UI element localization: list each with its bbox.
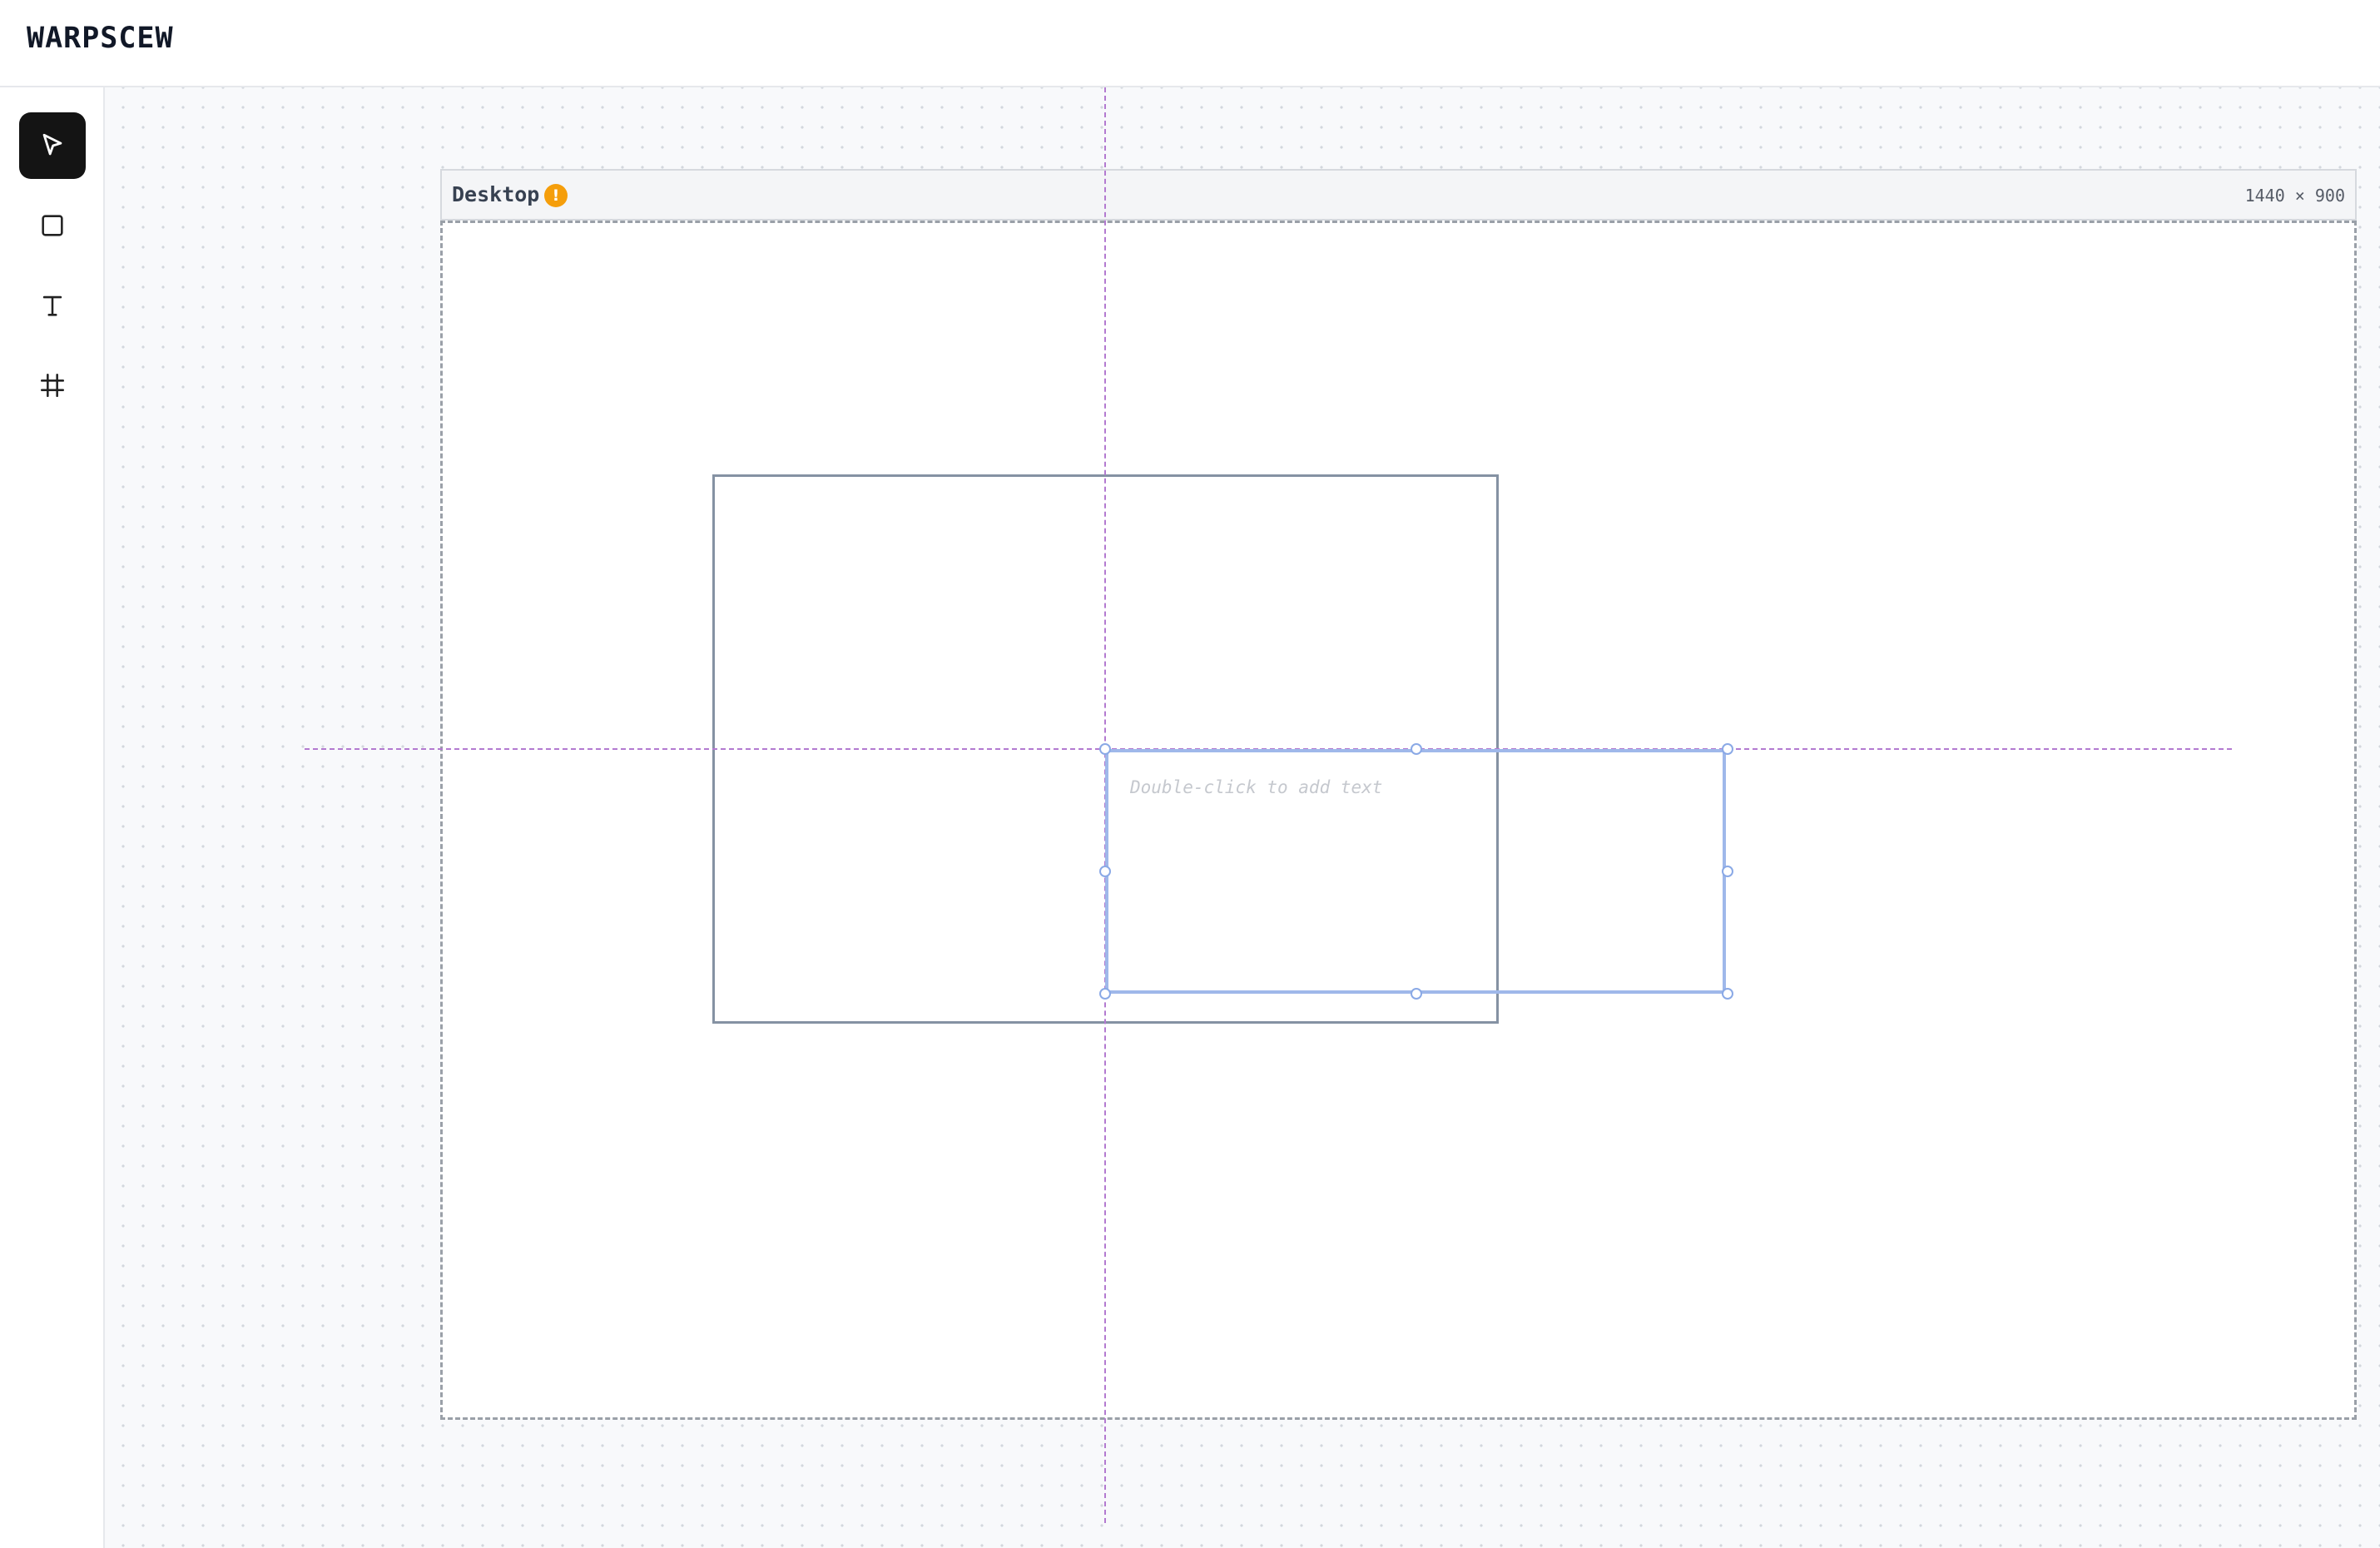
frame-icon: [40, 373, 65, 398]
text-placeholder: Double-click to add text: [1130, 777, 1383, 797]
square-icon: [42, 215, 63, 236]
select-tool-button[interactable]: [19, 112, 86, 179]
pointer-icon: [42, 133, 62, 156]
frame-name[interactable]: Desktop: [452, 182, 539, 206]
rectangle-tool-button[interactable]: [19, 192, 86, 259]
resize-handle-bottom-left[interactable]: [1099, 988, 1111, 1000]
warning-icon[interactable]: !: [544, 184, 568, 207]
resize-handle-right[interactable]: [1722, 866, 1733, 877]
text-element-selected[interactable]: Double-click to add text: [1105, 749, 1726, 994]
resize-handle-top-right[interactable]: [1722, 743, 1733, 755]
frame-tool-button[interactable]: [19, 352, 86, 419]
resize-handle-bottom[interactable]: [1411, 988, 1422, 1000]
app-title: WARPSCEW: [27, 22, 174, 55]
frame-size-label: 1440 × 900: [2244, 186, 2345, 206]
resize-handle-left[interactable]: [1099, 866, 1111, 877]
frame-header[interactable]: Desktop ! 1440 × 900: [440, 169, 2357, 221]
resize-handle-bottom-right[interactable]: [1722, 988, 1733, 1000]
text-icon: [42, 295, 62, 316]
resize-handle-top[interactable]: [1411, 743, 1422, 755]
resize-handle-top-left[interactable]: [1099, 743, 1111, 755]
tool-sidebar: [0, 87, 105, 1548]
app-header: WARPSCEW: [0, 0, 2380, 87]
text-tool-button[interactable]: [19, 272, 86, 339]
